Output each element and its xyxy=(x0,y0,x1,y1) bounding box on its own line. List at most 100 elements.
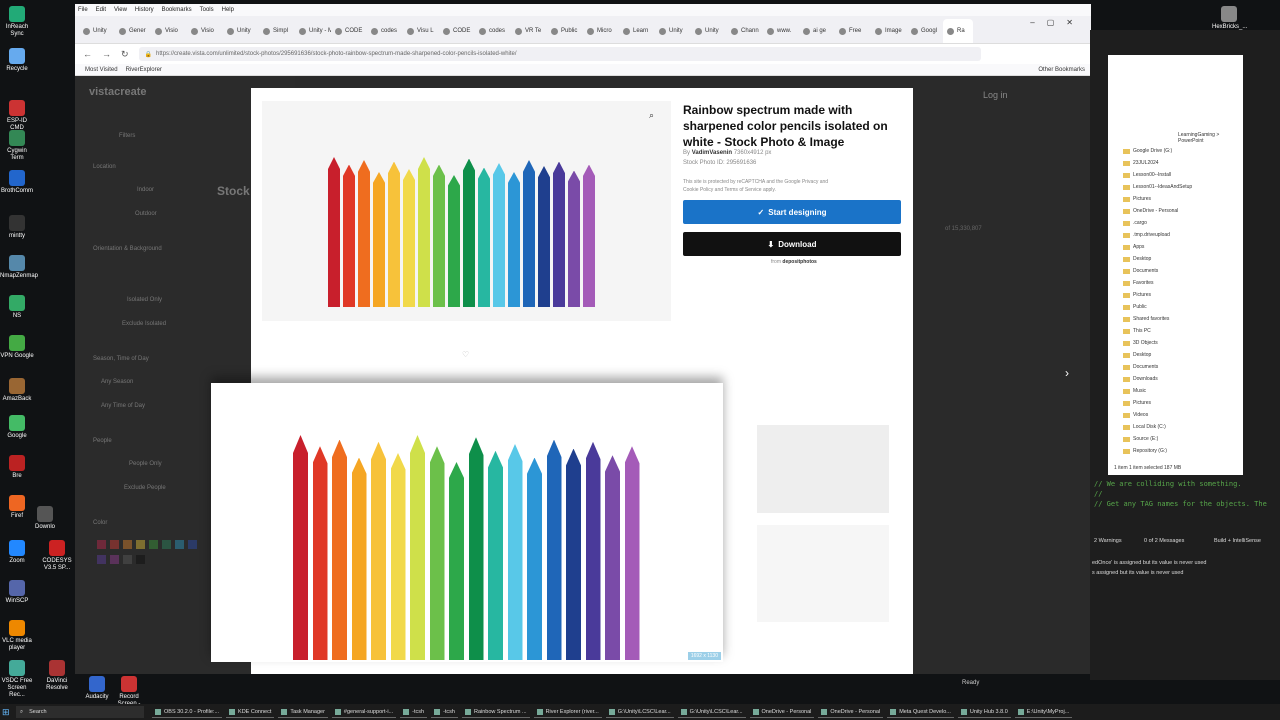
color-swatch[interactable] xyxy=(97,555,106,564)
outdoor-option[interactable]: Outdoor xyxy=(135,211,157,217)
browser-tab[interactable]: codes xyxy=(475,19,511,43)
explorer-item[interactable]: Apps xyxy=(1123,241,1192,253)
browser-tab[interactable]: codes xyxy=(367,19,403,43)
desktop-shortcut[interactable]: NmapZenmap xyxy=(0,255,38,280)
browser-tab[interactable]: www. xyxy=(763,19,799,43)
zoom-icon[interactable]: ⌕ xyxy=(649,110,654,121)
desktop-shortcut[interactable]: Audacity xyxy=(80,676,114,701)
desktop-shortcut[interactable]: Downlo xyxy=(28,506,62,531)
color-swatch[interactable] xyxy=(188,540,197,549)
explorer-item[interactable]: Downloads xyxy=(1123,373,1192,385)
browser-tab[interactable]: Chann xyxy=(727,19,763,43)
taskbar-button[interactable]: E:\Unity\MyProj... xyxy=(1014,706,1073,718)
bookmark-most-visited[interactable]: Most Visited xyxy=(85,67,118,73)
browser-tab[interactable]: Visu L xyxy=(403,19,439,43)
browser-tab[interactable]: CODE xyxy=(439,19,475,43)
explorer-path[interactable]: LearningGaming > PowerPoint xyxy=(1178,132,1243,144)
explorer-item[interactable]: Public xyxy=(1123,301,1192,313)
browser-tab[interactable]: Unity - M xyxy=(295,19,331,43)
browser-tab[interactable]: Simpl xyxy=(259,19,295,43)
thumbnail-card[interactable] xyxy=(757,425,889,513)
taskbar-button[interactable]: OBS 30.2.0 - Profile:... xyxy=(152,706,223,718)
warnings-count[interactable]: 2 Warnings xyxy=(1094,538,1122,544)
back-icon[interactable]: ← xyxy=(83,49,92,59)
menu-item[interactable]: History xyxy=(135,7,154,13)
menu-item[interactable]: Tools xyxy=(200,7,214,13)
messages-count[interactable]: 0 of 2 Messages xyxy=(1144,538,1184,544)
forward-icon[interactable]: → xyxy=(102,49,111,59)
explorer-item[interactable]: Source (E:) xyxy=(1123,433,1192,445)
browser-tab[interactable]: Googl xyxy=(907,19,943,43)
taskbar-button[interactable]: Rainbow Spectrum ... xyxy=(461,706,530,718)
browser-tab[interactable]: Visio xyxy=(187,19,223,43)
bookmark-riverexplorer[interactable]: RiverExplorer xyxy=(126,67,162,73)
next-image-icon[interactable]: › xyxy=(1065,366,1069,380)
login-link[interactable]: Log in xyxy=(983,90,1008,100)
taskbar-button[interactable]: G:\Unity\LCSC\Lear... xyxy=(677,706,746,718)
desktop-shortcut[interactable]: BrothComm xyxy=(0,170,34,195)
browser-tab[interactable]: Micro xyxy=(583,19,619,43)
explorer-item[interactable]: Pictures xyxy=(1123,289,1192,301)
desktop-shortcut[interactable]: HexBricks_... xyxy=(1212,6,1247,31)
browser-tab[interactable]: ai ge xyxy=(799,19,835,43)
explorer-item[interactable]: Lesson01--IdeasAndSetup xyxy=(1123,181,1192,193)
taskbar-button[interactable]: Task Manager xyxy=(278,706,328,718)
explorer-item[interactable]: Desktop xyxy=(1123,349,1192,361)
taskbar-button[interactable]: Unity Hub 3.8.0 xyxy=(957,706,1011,718)
build-filter[interactable]: Build + IntelliSense xyxy=(1214,538,1261,544)
explorer-item[interactable]: This PC xyxy=(1123,325,1192,337)
explorer-item[interactable]: Videos xyxy=(1123,409,1192,421)
search-box[interactable]: ⌕ Search xyxy=(16,706,144,718)
window-controls[interactable]: –▢✕ xyxy=(1030,18,1085,27)
explorer-item[interactable]: Lesson00--Install xyxy=(1123,169,1192,181)
desktop-shortcut[interactable]: mintty xyxy=(0,215,34,240)
desktop-shortcut[interactable]: Zoom xyxy=(0,540,34,565)
taskbar-button[interactable]: OneDrive - Personal xyxy=(818,706,884,718)
any-season-select[interactable]: Any Season xyxy=(101,379,133,385)
explorer-item[interactable]: 23JUL2024 xyxy=(1123,157,1192,169)
explorer-item[interactable]: Documents xyxy=(1123,361,1192,373)
color-swatch[interactable] xyxy=(136,540,145,549)
desktop-shortcut[interactable]: WinSCP xyxy=(0,580,34,605)
browser-tab[interactable]: Ra xyxy=(943,19,973,43)
start-icon[interactable]: ⊞ xyxy=(2,707,16,718)
desktop-shortcut[interactable]: AmazBack xyxy=(0,378,34,403)
color-swatch[interactable] xyxy=(97,540,106,549)
desktop-shortcut[interactable]: VSDC Free Screen Rec... xyxy=(0,660,34,699)
explorer-item[interactable]: 3D Objects xyxy=(1123,337,1192,349)
menu-item[interactable]: File xyxy=(78,7,88,13)
browser-tab[interactable]: CODE xyxy=(331,19,367,43)
explorer-item[interactable]: .tmp.driveupload xyxy=(1123,229,1192,241)
exclude-isolated-option[interactable]: Exclude Isolated xyxy=(122,321,166,327)
people-only-option[interactable]: People Only xyxy=(129,461,162,467)
browser-tab[interactable]: Free xyxy=(835,19,871,43)
menu-item[interactable]: Bookmarks xyxy=(162,7,192,13)
desktop-shortcut[interactable]: Bre xyxy=(0,455,34,480)
taskbar-button[interactable]: #general-support-i... xyxy=(331,706,397,718)
desktop-shortcut[interactable]: ESP-ID CMD xyxy=(0,100,34,132)
browser-tab[interactable]: Gener xyxy=(115,19,151,43)
explorer-item[interactable]: Local Disk (C:) xyxy=(1123,421,1192,433)
browser-tab[interactable]: Unity xyxy=(691,19,727,43)
color-swatch[interactable] xyxy=(123,540,132,549)
heart-icon[interactable]: ♡ xyxy=(462,350,469,359)
explorer-item[interactable]: Shared favorites xyxy=(1123,313,1192,325)
other-bookmarks[interactable]: Other Bookmarks xyxy=(1038,67,1085,73)
browser-tab[interactable]: Unity xyxy=(655,19,691,43)
browser-tab[interactable]: VR Te xyxy=(511,19,547,43)
filters-button[interactable]: Filters xyxy=(119,133,135,139)
desktop-shortcut[interactable]: DaVinci Resolve xyxy=(40,660,74,692)
thumbnail-card[interactable] xyxy=(757,525,889,622)
isolated-only-option[interactable]: Isolated Only xyxy=(127,297,162,303)
taskbar-button[interactable]: Meta Quest Develo... xyxy=(887,706,954,718)
taskbar-button[interactable]: OneDrive - Personal xyxy=(749,706,815,718)
explorer-item[interactable]: Documents xyxy=(1123,265,1192,277)
desktop-shortcut[interactable]: VLC media player xyxy=(0,620,34,652)
menu-item[interactable]: Help xyxy=(222,7,234,13)
author-link[interactable]: VadimVasenin xyxy=(692,150,732,156)
explorer-item[interactable]: Pictures xyxy=(1123,193,1192,205)
color-swatch[interactable] xyxy=(123,555,132,564)
color-swatch[interactable] xyxy=(149,540,158,549)
explorer-item[interactable]: .cargo xyxy=(1123,217,1192,229)
desktop-shortcut[interactable]: NS xyxy=(0,295,34,320)
